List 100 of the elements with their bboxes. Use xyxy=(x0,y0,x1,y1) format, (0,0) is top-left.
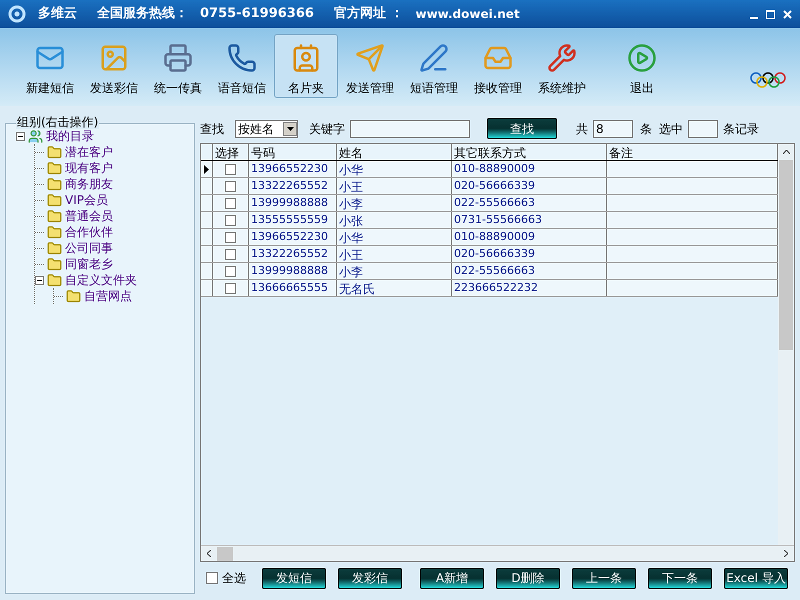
column-header[interactable]: 姓名 xyxy=(337,144,452,160)
action-button[interactable]: D删除 xyxy=(496,568,560,588)
picture-card-icon xyxy=(99,43,129,73)
tree-item[interactable]: 自定义文件夹 xyxy=(65,271,137,289)
search-button[interactable]: 查找 xyxy=(487,118,557,139)
app-logo-icon xyxy=(8,5,26,23)
select-all-checkbox[interactable] xyxy=(206,572,218,584)
tree-item[interactable]: 潜在客户 xyxy=(65,143,113,161)
row-checkbox[interactable] xyxy=(225,248,236,260)
toolbar-button[interactable]: 名片夹 xyxy=(274,34,338,98)
search-mode-dropdown[interactable]: 按姓名 xyxy=(235,120,298,138)
row-checkbox[interactable] xyxy=(225,214,236,226)
table-row[interactable]: 13322265552 小王 020-56666339 xyxy=(201,178,778,195)
toolbar-button[interactable]: 发送彩信 xyxy=(82,34,146,98)
table-row[interactable]: 13666665555 无名氏 223666522232 xyxy=(201,280,778,297)
play-icon xyxy=(627,43,657,73)
folder-icon xyxy=(47,176,62,192)
action-button[interactable]: 发短信 xyxy=(262,568,326,588)
table-cell: 小李 xyxy=(337,263,452,279)
column-header[interactable]: 其它联系方式 xyxy=(452,144,607,160)
table-cell: 020-56666339 xyxy=(452,246,607,262)
close-icon[interactable] xyxy=(783,10,792,18)
tree-item[interactable]: 公司同事 xyxy=(65,239,113,257)
action-button[interactable]: 下一条 xyxy=(648,568,712,588)
table-cell: 小张 xyxy=(337,212,452,228)
website-url: www.dowei.net xyxy=(415,6,520,23)
folder-icon xyxy=(47,192,62,208)
table-cell: 13966552230 xyxy=(249,229,337,245)
table-cell: 022-55566663 xyxy=(452,263,607,279)
selected-label: 选中 xyxy=(659,120,683,138)
phone-icon xyxy=(227,43,257,73)
table-row[interactable]: 13555555559 小张 0731-55566663 xyxy=(201,212,778,229)
website-label: 官方网址 ： xyxy=(334,4,404,24)
toolbar-button[interactable]: 退出 xyxy=(610,34,674,98)
table-cell: 13322265552 xyxy=(249,178,337,194)
row-checkbox[interactable] xyxy=(225,198,236,208)
selected-suffix-label: 条记录 xyxy=(723,120,759,138)
row-checkbox[interactable] xyxy=(225,164,236,174)
collapse-toggle-icon[interactable] xyxy=(16,132,25,140)
toolbar-button[interactable]: 短语管理 xyxy=(402,34,466,98)
table-row[interactable]: 13322265552 小王 020-56666339 xyxy=(201,246,778,263)
total-count-field[interactable]: 8 xyxy=(593,120,633,138)
app-name: 多维云 xyxy=(38,4,77,24)
table-row[interactable]: 13966552230 小华 010-88890009 xyxy=(201,229,778,246)
action-button[interactable]: 上一条 xyxy=(572,568,636,588)
folder-icon xyxy=(66,288,81,304)
maximize-icon[interactable] xyxy=(766,10,775,18)
table-row[interactable]: 13999988888 小李 022-55566663 xyxy=(201,195,778,212)
row-checkbox[interactable] xyxy=(225,266,236,276)
toolbar-button[interactable]: 发送管理 xyxy=(338,34,402,98)
horizontal-scrollbar[interactable] xyxy=(201,545,794,561)
table-cell: 小李 xyxy=(337,195,452,211)
tree-item[interactable]: 合作伙伴 xyxy=(65,223,113,241)
action-button[interactable]: Excel 导入 xyxy=(724,568,788,588)
tree-item[interactable]: VIP会员 xyxy=(65,191,108,209)
row-checkbox[interactable] xyxy=(225,282,236,294)
tree-item[interactable]: 我的目录 xyxy=(46,127,94,145)
row-checkbox[interactable] xyxy=(225,232,236,242)
collapse-toggle-icon[interactable] xyxy=(35,276,44,284)
total-unit-label: 条 xyxy=(640,120,652,138)
total-label: 共 xyxy=(576,120,588,138)
table-cell: 小王 xyxy=(337,178,452,194)
row-checkbox[interactable] xyxy=(225,180,236,192)
table-cell: 0731-55566663 xyxy=(452,212,607,228)
toolbar-button[interactable]: 统一传真 xyxy=(146,34,210,98)
tools-icon xyxy=(547,43,577,73)
select-all-label: 全选 xyxy=(222,570,246,587)
column-header[interactable]: 选择 xyxy=(213,144,249,160)
table-cell: 223666522232 xyxy=(452,280,607,296)
table-cell: 022-55566663 xyxy=(452,195,607,211)
scrollbar-thumb[interactable] xyxy=(779,160,793,350)
tree-item[interactable]: 同窗老乡 xyxy=(65,255,113,273)
search-label: 查找 xyxy=(200,120,224,138)
table-cell: 13322265552 xyxy=(249,246,337,262)
toolbar-button[interactable]: 新建短信 xyxy=(18,34,82,98)
folder-icon xyxy=(47,240,62,256)
tree-item[interactable]: 现有客户 xyxy=(65,159,113,177)
folder-icon xyxy=(47,224,62,240)
tree-item[interactable]: 普通会员 xyxy=(65,207,113,225)
action-button[interactable]: 发彩信 xyxy=(338,568,402,588)
vertical-scrollbar[interactable] xyxy=(778,144,794,545)
table-cell: 13666665555 xyxy=(249,280,337,296)
table-cell: 13966552230 xyxy=(249,161,337,177)
folder-icon xyxy=(47,256,62,272)
rings-logo-icon xyxy=(750,72,786,88)
tree-item[interactable]: 商务朋友 xyxy=(65,175,113,193)
selected-count-field[interactable] xyxy=(688,120,718,138)
people-icon xyxy=(28,128,43,144)
toolbar-button[interactable]: 语音短信 xyxy=(210,34,274,98)
scrollbar-thumb[interactable] xyxy=(217,546,233,560)
table-row[interactable]: 13966552230 小华 010-88890009 xyxy=(201,161,778,178)
tree-item[interactable]: 自营网点 xyxy=(84,287,132,305)
keyword-label: 关键字 xyxy=(309,120,345,138)
fax-icon xyxy=(163,43,193,73)
keyword-input[interactable] xyxy=(350,120,470,138)
column-header[interactable]: 号码 xyxy=(249,144,337,160)
toolbar-button[interactable]: 接收管理 xyxy=(466,34,530,98)
table-row[interactable]: 13999988888 小李 022-55566663 xyxy=(201,263,778,280)
toolbar-button[interactable]: 系统维护 xyxy=(530,34,594,98)
action-button[interactable]: A新增 xyxy=(420,568,484,588)
